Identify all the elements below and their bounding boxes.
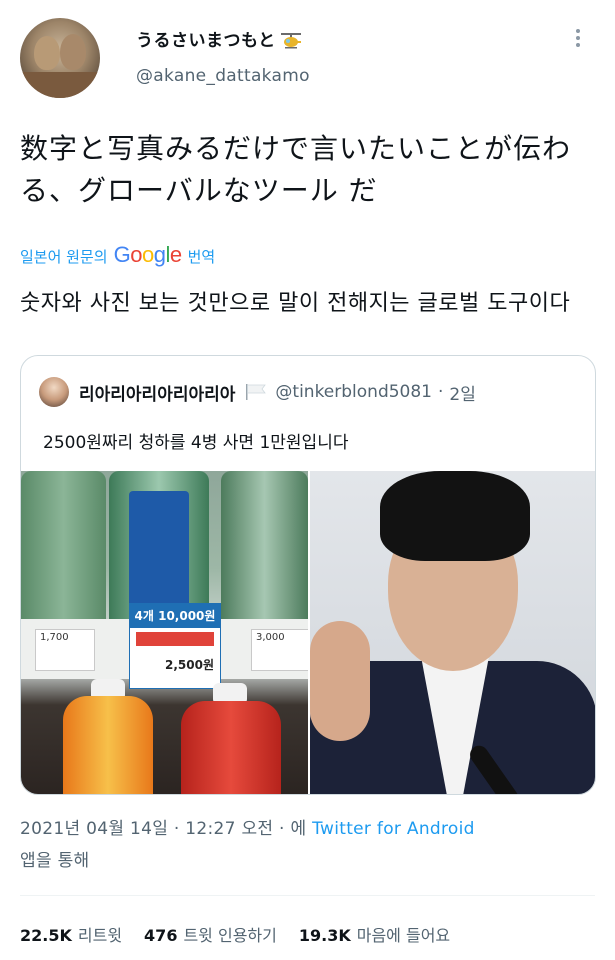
more-vertical-icon[interactable] — [568, 26, 588, 50]
quoted-tweet[interactable]: 리아리아리아리아리아 @tinkerblond5081 · 2일 2500원짜리… — [20, 355, 596, 795]
price-tag-promo: 4개 10,000원 — [130, 604, 220, 628]
squirrel-shape — [60, 34, 86, 70]
quotes-stat[interactable]: 476 트윗 인용하기 — [144, 922, 277, 946]
likes-label: 마음에 들어요 — [356, 926, 451, 945]
photo-man-portrait[interactable] — [310, 471, 595, 794]
bottle-label — [129, 491, 189, 611]
squirrel-shape — [34, 36, 60, 70]
quoted-tweet-age: 2일 — [449, 384, 476, 405]
quoted-tweet-header: 리아리아리아리아리아 @tinkerblond5081 · 2일 — [39, 376, 476, 408]
tweet-source-link[interactable]: Twitter for Android — [312, 819, 475, 839]
author-avatar[interactable] — [20, 18, 100, 98]
price-tag-stripe — [136, 632, 214, 646]
tweet-stats: 22.5K 리트윗 476 트윗 인용하기 19.3K 마음에 들어요 — [20, 922, 472, 946]
author-name-text: うるさいまつもと — [136, 31, 276, 51]
price-tag-price: 2,500원 — [165, 658, 214, 672]
helicopter-icon — [280, 33, 301, 49]
juice-bottle-orange — [63, 696, 153, 794]
retweets-stat[interactable]: 22.5K 리트윗 — [20, 922, 122, 946]
tweet-text: 数字と写真みるだけで言いたいことが伝わる、グローバルなツール だ — [20, 132, 572, 207]
juice-bottle-red — [181, 701, 281, 794]
translate-prefix: 일본어 원문의 — [20, 248, 108, 266]
translated-text: 숫자와 사진 보는 것만으로 말이 전해지는 글로벌 도구이다 — [20, 291, 571, 316]
translation-attribution[interactable]: 일본어 원문의 Google 번역 — [20, 242, 215, 268]
divider — [20, 895, 595, 896]
hand-shape — [310, 621, 370, 741]
author-display-name[interactable]: うるさいまつもと — [136, 26, 302, 51]
separator-dot: · — [438, 382, 444, 402]
price-tag-right: 3,000 — [251, 629, 308, 671]
google-logo: Google — [113, 242, 183, 267]
quoted-author-name: 리아리아리아리아리아 — [79, 384, 236, 405]
bottle-shape — [21, 471, 106, 631]
photo-soju-shelf[interactable]: 1,700 3,000 4개 10,000원 2,500원 — [21, 471, 308, 794]
tweet-source-suffix: 앱을 통해 — [20, 851, 90, 871]
likes-count: 19.3K — [298, 926, 351, 945]
author-handle[interactable]: @akane_dattakamo — [136, 66, 310, 86]
likes-stat[interactable]: 19.3K 마음에 들어요 — [299, 922, 450, 946]
quoted-author-avatar — [39, 377, 69, 407]
quoted-author-handle: @tinkerblond5081 — [275, 382, 433, 402]
price-tag-center: 4개 10,000원 2,500원 — [129, 603, 221, 689]
hair-shape — [380, 471, 530, 561]
retweets-label: 리트윗 — [77, 926, 123, 945]
flag-icon — [246, 384, 267, 400]
price-tag-left: 1,700 — [35, 629, 95, 671]
quoted-tweet-text: 2500원짜리 청하를 4병 사면 1만원입니다 — [43, 433, 349, 453]
log-shape — [20, 72, 100, 98]
bottle-shape — [221, 471, 308, 636]
quotes-count: 476 — [144, 926, 178, 945]
tweet-header: うるさいまつもと @akane_dattakamo — [18, 14, 598, 104]
translate-suffix: 번역 — [187, 248, 216, 266]
tweet-meta: 2021년 04월 14일 · 12:27 오전 · 에 Twitter for… — [20, 813, 580, 877]
quotes-label: 트윗 인용하기 — [183, 926, 277, 945]
tweet-timestamp[interactable]: 2021년 04월 14일 · 12:27 오전 · 에 — [20, 819, 306, 839]
retweets-count: 22.5K — [20, 926, 72, 945]
quoted-media[interactable]: 1,700 3,000 4개 10,000원 2,500원 — [21, 471, 595, 794]
